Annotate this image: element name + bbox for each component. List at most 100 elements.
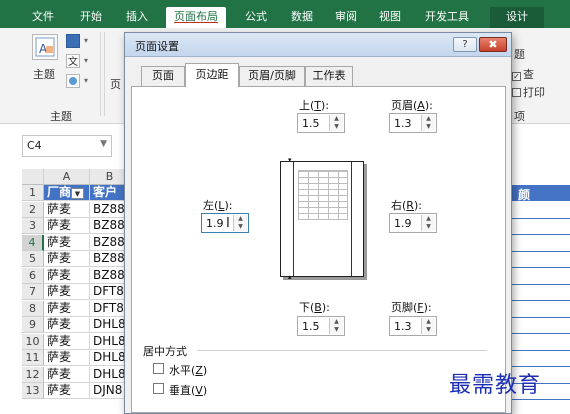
- ribbon-item-print-check[interactable]: 打印: [512, 84, 545, 100]
- table-cell[interactable]: 萨麦: [44, 383, 90, 399]
- row-header[interactable]: 6: [22, 268, 44, 284]
- header-margin-label: 页眉(A):: [391, 99, 433, 112]
- row-header[interactable]: 7: [22, 284, 44, 300]
- table-row-border: [510, 317, 570, 318]
- table-cell[interactable]: 萨麦: [44, 218, 90, 234]
- name-box[interactable]: C4 ▼: [22, 135, 112, 157]
- left-margin-value: 1.9: [206, 217, 224, 230]
- center-vertical-checkbox[interactable]: [153, 383, 164, 394]
- spin-buttons[interactable]: ▲ ▼: [421, 215, 435, 231]
- table-cell[interactable]: 萨麦: [44, 251, 90, 267]
- tab-home[interactable]: 开始: [72, 7, 110, 28]
- tab-design[interactable]: 设计: [490, 7, 544, 28]
- bottom-margin-value: 1.5: [302, 320, 320, 333]
- spin-down-icon[interactable]: ▼: [330, 123, 343, 131]
- table-cell[interactable]: 萨麦: [44, 350, 90, 366]
- row-header[interactable]: 1: [22, 185, 44, 201]
- help-button[interactable]: ?: [453, 37, 477, 52]
- row-header[interactable]: 2: [22, 202, 44, 218]
- colors-icon[interactable]: [66, 34, 80, 48]
- checkbox-checked-icon[interactable]: ✓: [512, 72, 521, 81]
- tab-sheet[interactable]: 工作表: [305, 66, 353, 86]
- spin-up-icon[interactable]: ▲: [422, 115, 435, 123]
- row-header[interactable]: 12: [22, 367, 44, 383]
- themes-button-label[interactable]: 主题: [33, 66, 55, 82]
- tab-review[interactable]: 审阅: [326, 7, 366, 28]
- themes-icon[interactable]: A: [32, 34, 58, 60]
- spin-up-icon[interactable]: ▲: [234, 215, 247, 223]
- tab-page-layout[interactable]: 页面布局: [166, 7, 226, 28]
- tab-margins[interactable]: 页边距: [185, 63, 239, 87]
- row-header[interactable]: 11: [22, 350, 44, 366]
- top-marker-icon: ▾: [288, 156, 292, 164]
- row-header[interactable]: 9: [22, 317, 44, 333]
- help-icon: ?: [462, 39, 468, 50]
- table-cell[interactable]: 萨麦: [44, 284, 90, 300]
- select-all-corner[interactable]: [22, 169, 44, 185]
- fonts-icon[interactable]: 文: [66, 54, 80, 68]
- row-header[interactable]: 4: [22, 235, 44, 251]
- filter-dropdown-icon[interactable]: ▼: [71, 188, 84, 199]
- bottom-marker-icon: ▴: [288, 273, 292, 281]
- tab-page[interactable]: 页面: [141, 66, 185, 86]
- left-margin-input[interactable]: 1.9 I ▲ ▼: [201, 213, 249, 233]
- center-vertical-label[interactable]: 垂直(V): [169, 382, 207, 398]
- tab-data[interactable]: 数据: [282, 7, 322, 28]
- table-cell[interactable]: 萨麦: [44, 334, 90, 350]
- table-cell[interactable]: 萨麦: [44, 367, 90, 383]
- chevron-down-icon[interactable]: ▾: [84, 56, 88, 65]
- table-cell[interactable]: 萨麦: [44, 235, 90, 251]
- tab-insert[interactable]: 插入: [118, 7, 156, 28]
- right-margin-value: 1.9: [394, 217, 412, 230]
- bottom-margin-input[interactable]: 1.5 ▲ ▼: [297, 316, 345, 336]
- column-header-cell[interactable]: 颜: [518, 186, 530, 203]
- footer-margin-input[interactable]: 1.3 ▲ ▼: [389, 316, 437, 336]
- table-row-border: [510, 333, 570, 334]
- spin-down-icon[interactable]: ▼: [422, 223, 435, 231]
- top-margin-input[interactable]: 1.5 ▲ ▼: [297, 113, 345, 133]
- spin-down-icon[interactable]: ▼: [422, 326, 435, 334]
- close-button[interactable]: ✖: [479, 37, 507, 52]
- ribbon-item-title[interactable]: 题: [514, 46, 525, 62]
- center-horizontal-label[interactable]: 水平(Z): [169, 362, 207, 378]
- chevron-down-icon[interactable]: ▾: [84, 76, 88, 85]
- ribbon-item-view-check[interactable]: ✓ 查: [512, 66, 534, 82]
- row-header[interactable]: 10: [22, 334, 44, 350]
- row-header[interactable]: 8: [22, 301, 44, 317]
- spin-up-icon[interactable]: ▲: [330, 318, 343, 326]
- tab-formulas[interactable]: 公式: [236, 7, 276, 28]
- table-cell[interactable]: 萨麦: [44, 317, 90, 333]
- spin-down-icon[interactable]: ▼: [234, 223, 247, 231]
- chevron-down-icon[interactable]: ▼: [100, 139, 107, 149]
- right-margin-input[interactable]: 1.9 ▲ ▼: [389, 213, 437, 233]
- column-header-a[interactable]: A: [44, 169, 90, 185]
- spin-buttons[interactable]: ▲ ▼: [329, 115, 343, 131]
- spin-buttons[interactable]: ▲ ▼: [421, 318, 435, 334]
- spin-up-icon[interactable]: ▲: [330, 115, 343, 123]
- center-horizontal-checkbox[interactable]: [153, 363, 164, 374]
- table-cell[interactable]: 萨麦: [44, 202, 90, 218]
- effects-icon[interactable]: [66, 74, 80, 88]
- tab-file[interactable]: 文件: [24, 7, 62, 28]
- spin-down-icon[interactable]: ▼: [422, 123, 435, 131]
- header-margin-input[interactable]: 1.3 ▲ ▼: [389, 113, 437, 133]
- spin-buttons[interactable]: ▲ ▼: [329, 318, 343, 334]
- tab-header-footer[interactable]: 页眉/页脚: [239, 66, 305, 86]
- tab-developer[interactable]: 开发工具: [416, 7, 478, 28]
- table-cell[interactable]: 萨麦: [44, 268, 90, 284]
- spin-down-icon[interactable]: ▼: [330, 326, 343, 334]
- spin-up-icon[interactable]: ▲: [422, 318, 435, 326]
- tab-view[interactable]: 视图: [370, 7, 410, 28]
- spin-buttons[interactable]: ▲ ▼: [233, 215, 247, 231]
- spin-up-icon[interactable]: ▲: [422, 215, 435, 223]
- dialog-titlebar[interactable]: 页面设置 ? ✖: [125, 33, 511, 57]
- footer-margin-value: 1.3: [394, 320, 412, 333]
- table-cell[interactable]: 萨麦: [44, 301, 90, 317]
- chevron-down-icon[interactable]: ▾: [84, 36, 88, 45]
- row-header[interactable]: 13: [22, 383, 44, 399]
- checkbox-icon[interactable]: [512, 88, 521, 97]
- spin-buttons[interactable]: ▲ ▼: [421, 115, 435, 131]
- row-header[interactable]: 5: [22, 251, 44, 267]
- ribbon-tab-bar: 文件 开始 插入 页面布局 公式 数据 审阅 视图 开发工具 设计: [0, 0, 570, 28]
- row-header[interactable]: 3: [22, 218, 44, 234]
